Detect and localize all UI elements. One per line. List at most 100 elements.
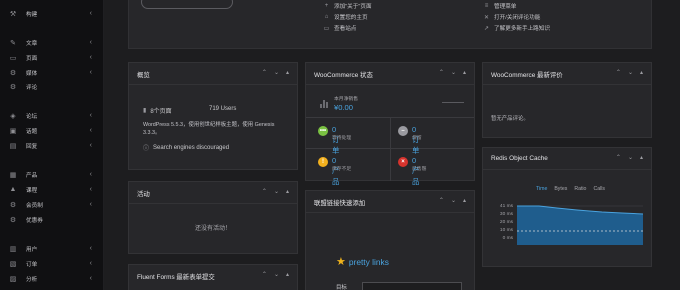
toggle-icon[interactable]: ▴ [463,69,466,76]
version-text: WordPress 5.5.3，使用创世纪样板主题，使用 Genesis 3.3… [143,122,275,136]
widget-title: WooCommerce 最新评价 [491,72,563,79]
widget-title: 活动 [137,191,150,198]
tab-time[interactable]: Time [536,186,547,192]
sidebar-item-label: 页面 [26,55,38,62]
move-up-icon[interactable]: ⌃ [439,197,444,204]
info-icon: ⓘ [143,146,150,152]
y-tick: 10 ms [499,228,513,233]
sidebar-item-topics[interactable]: ▣ 话题 ‹ [0,125,104,136]
tab-ratio[interactable]: Ratio [574,186,586,192]
affiliate-quick-add-widget: 联盟链接快速添加 ⌃ ⌄ ▴ ★ pretty links 目标 [305,190,475,290]
notice-label: Search engines discouraged [153,144,230,151]
sidebar-item-coupons[interactable]: ⚙ 优惠券 [0,214,104,225]
toggle-icon[interactable]: ▴ [640,69,643,76]
widget-controls: ⌃ ⌄ ▴ [439,69,466,76]
sidebar-item-comments[interactable]: ⚙ 评论 [0,81,104,92]
net-sales-value[interactable]: ¥0.00 [334,103,353,112]
sidebar-item-orders[interactable]: ▧ 订单 ‹ [0,258,104,269]
widget-header: 概览 ⌃ ⌄ ▴ [129,63,297,85]
widget-header: 联盟链接快速添加 ⌃ ⌄ ▴ [306,191,474,213]
target-url-input[interactable] [362,282,462,290]
toggle-icon[interactable]: ▴ [286,69,289,76]
tab-bytes[interactable]: Bytes [554,186,567,192]
move-down-icon[interactable]: ⌄ [274,69,279,76]
set-homepage-link[interactable]: ⌂ 设置您的主页 [323,13,368,21]
sidebar-item-label: 论坛 [26,113,38,120]
move-up-icon[interactable]: ⌃ [262,69,267,76]
add-about-page-link[interactable]: + 添加"关于"页面 [323,2,372,10]
toggle-icon[interactable]: ▴ [463,197,466,204]
woocommerce-status-widget: WooCommerce 状态 ⌃ ⌄ ▴ 本月净销售 ¥0.00 ••• 0 订… [305,62,475,186]
link-label: 管理菜单 [494,4,517,10]
sidebar-item-analytics[interactable]: ▨ 分析 ‹ [0,273,104,284]
toggle-icon[interactable]: ▴ [640,154,643,161]
chevron-left-icon: ‹ [89,112,92,119]
cell-label: 保留 [412,136,422,141]
move-up-icon[interactable]: ⌃ [439,69,444,76]
link-label: 打开/关闭评论功能 [494,15,541,21]
sidebar-item-build[interactable]: ⚒ 构建 ‹ [0,8,104,19]
move-up-icon[interactable]: ⌃ [616,69,621,76]
widget-controls: ⌃ ⌄ ▴ [616,69,643,76]
widget-title: 联盟链接快速添加 [314,200,366,207]
customize-site-button[interactable] [141,0,233,9]
sidebar-item-media[interactable]: ⚙ 媒体 ‹ [0,67,104,78]
sidebar-item-label: 分析 [26,276,38,283]
move-up-icon[interactable]: ⌃ [616,154,621,161]
sidebar-item-label: 课程 [26,187,38,194]
view-site-link[interactable]: ▭ 查看站点 [323,24,357,33]
graduation-cap-icon: ▲ [9,186,17,193]
y-tick: 41 ms [499,204,513,209]
y-tick: 0 ms [502,236,513,241]
sidebar-item-label: 话题 [26,128,38,135]
move-down-icon[interactable]: ⌄ [628,154,633,161]
sidebar-item-pages[interactable]: ▭ 页面 ‹ [0,52,104,63]
search-engines-notice[interactable]: ⓘ Search engines discouraged [143,143,230,153]
sidebar-item-users[interactable]: ▥ 用户 ‹ [0,243,104,254]
move-down-icon[interactable]: ⌄ [274,271,279,278]
toggle-icon[interactable]: ▴ [286,271,289,278]
pages-count[interactable]: ▮ 8个页面 [143,106,172,115]
chevron-left-icon: ‹ [89,275,92,282]
move-down-icon[interactable]: ⌄ [628,69,633,76]
move-up-icon[interactable]: ⌃ [262,271,267,278]
sidebar-item-label: 评论 [26,84,38,91]
chevron-left-icon: ‹ [89,245,92,252]
reply-icon: ▤ [9,142,17,150]
sidebar-item-forums[interactable]: ◈ 论坛 ‹ [0,110,104,121]
toggle-comments-link[interactable]: ✕ 打开/关闭评论功能 [483,13,541,22]
sidebar-item-products[interactable]: ▦ 产品 ‹ [0,169,104,180]
low-stock-products[interactable]: ! 0 产品 库存不足 [318,156,351,186]
processing-orders[interactable]: ••• 0 订单 等待处理 [318,125,351,155]
learn-more-link[interactable]: ↗ 了解更多新手上路知识 [483,24,550,33]
out-of-stock-products[interactable]: × 0 产品 已售罄 [398,156,426,186]
on-hold-orders[interactable]: – 0 订单 保留 [398,125,422,155]
sidebar-item-courses[interactable]: ▲ 课程 ‹ [0,184,104,195]
widget-title: WooCommerce 状态 [314,72,373,79]
move-down-icon[interactable]: ⌄ [451,197,456,204]
move-up-icon[interactable]: ⌃ [262,188,267,195]
sidebar-item-label: 产品 [26,172,38,179]
users-count[interactable]: 719 Users [209,106,236,112]
pin-icon: ✎ [10,39,16,47]
analytics-icon: ▨ [9,275,17,283]
sidebar-item-label: 优惠券 [26,217,43,224]
welcome-panel: + 添加"关于"页面 ⌂ 设置您的主页 ▭ 查看站点 ≡ 管理菜单 ✕ 打开/关… [128,0,652,49]
sidebar-item-memberships[interactable]: ⚙ 会员制 ‹ [0,199,104,210]
woocommerce-reviews-widget: WooCommerce 最新评价 ⌃ ⌄ ▴ 暂无产品评论。 [482,62,652,138]
chevron-left-icon: ‹ [89,10,92,17]
move-down-icon[interactable]: ⌄ [451,69,456,76]
tab-calls[interactable]: Calls [593,186,605,192]
net-sales-label: 本月净销售 [334,97,358,102]
monitor-icon: ▭ [323,25,330,32]
chevron-left-icon: ‹ [89,54,92,61]
toggle-icon[interactable]: ▴ [286,188,289,195]
gear-icon: ⚙ [9,201,17,209]
manage-menus-link[interactable]: ≡ 管理菜单 [483,2,517,10]
sidebar-item-posts[interactable]: ✎ 文章 ‹ [0,37,104,48]
cell-label: 等待处理 [332,136,352,141]
move-down-icon[interactable]: ⌄ [274,188,279,195]
sidebar-item-label: 用户 [26,246,38,253]
sidebar-item-replies[interactable]: ▤ 回复 ‹ [0,140,104,151]
widget-title: 概览 [137,72,150,79]
